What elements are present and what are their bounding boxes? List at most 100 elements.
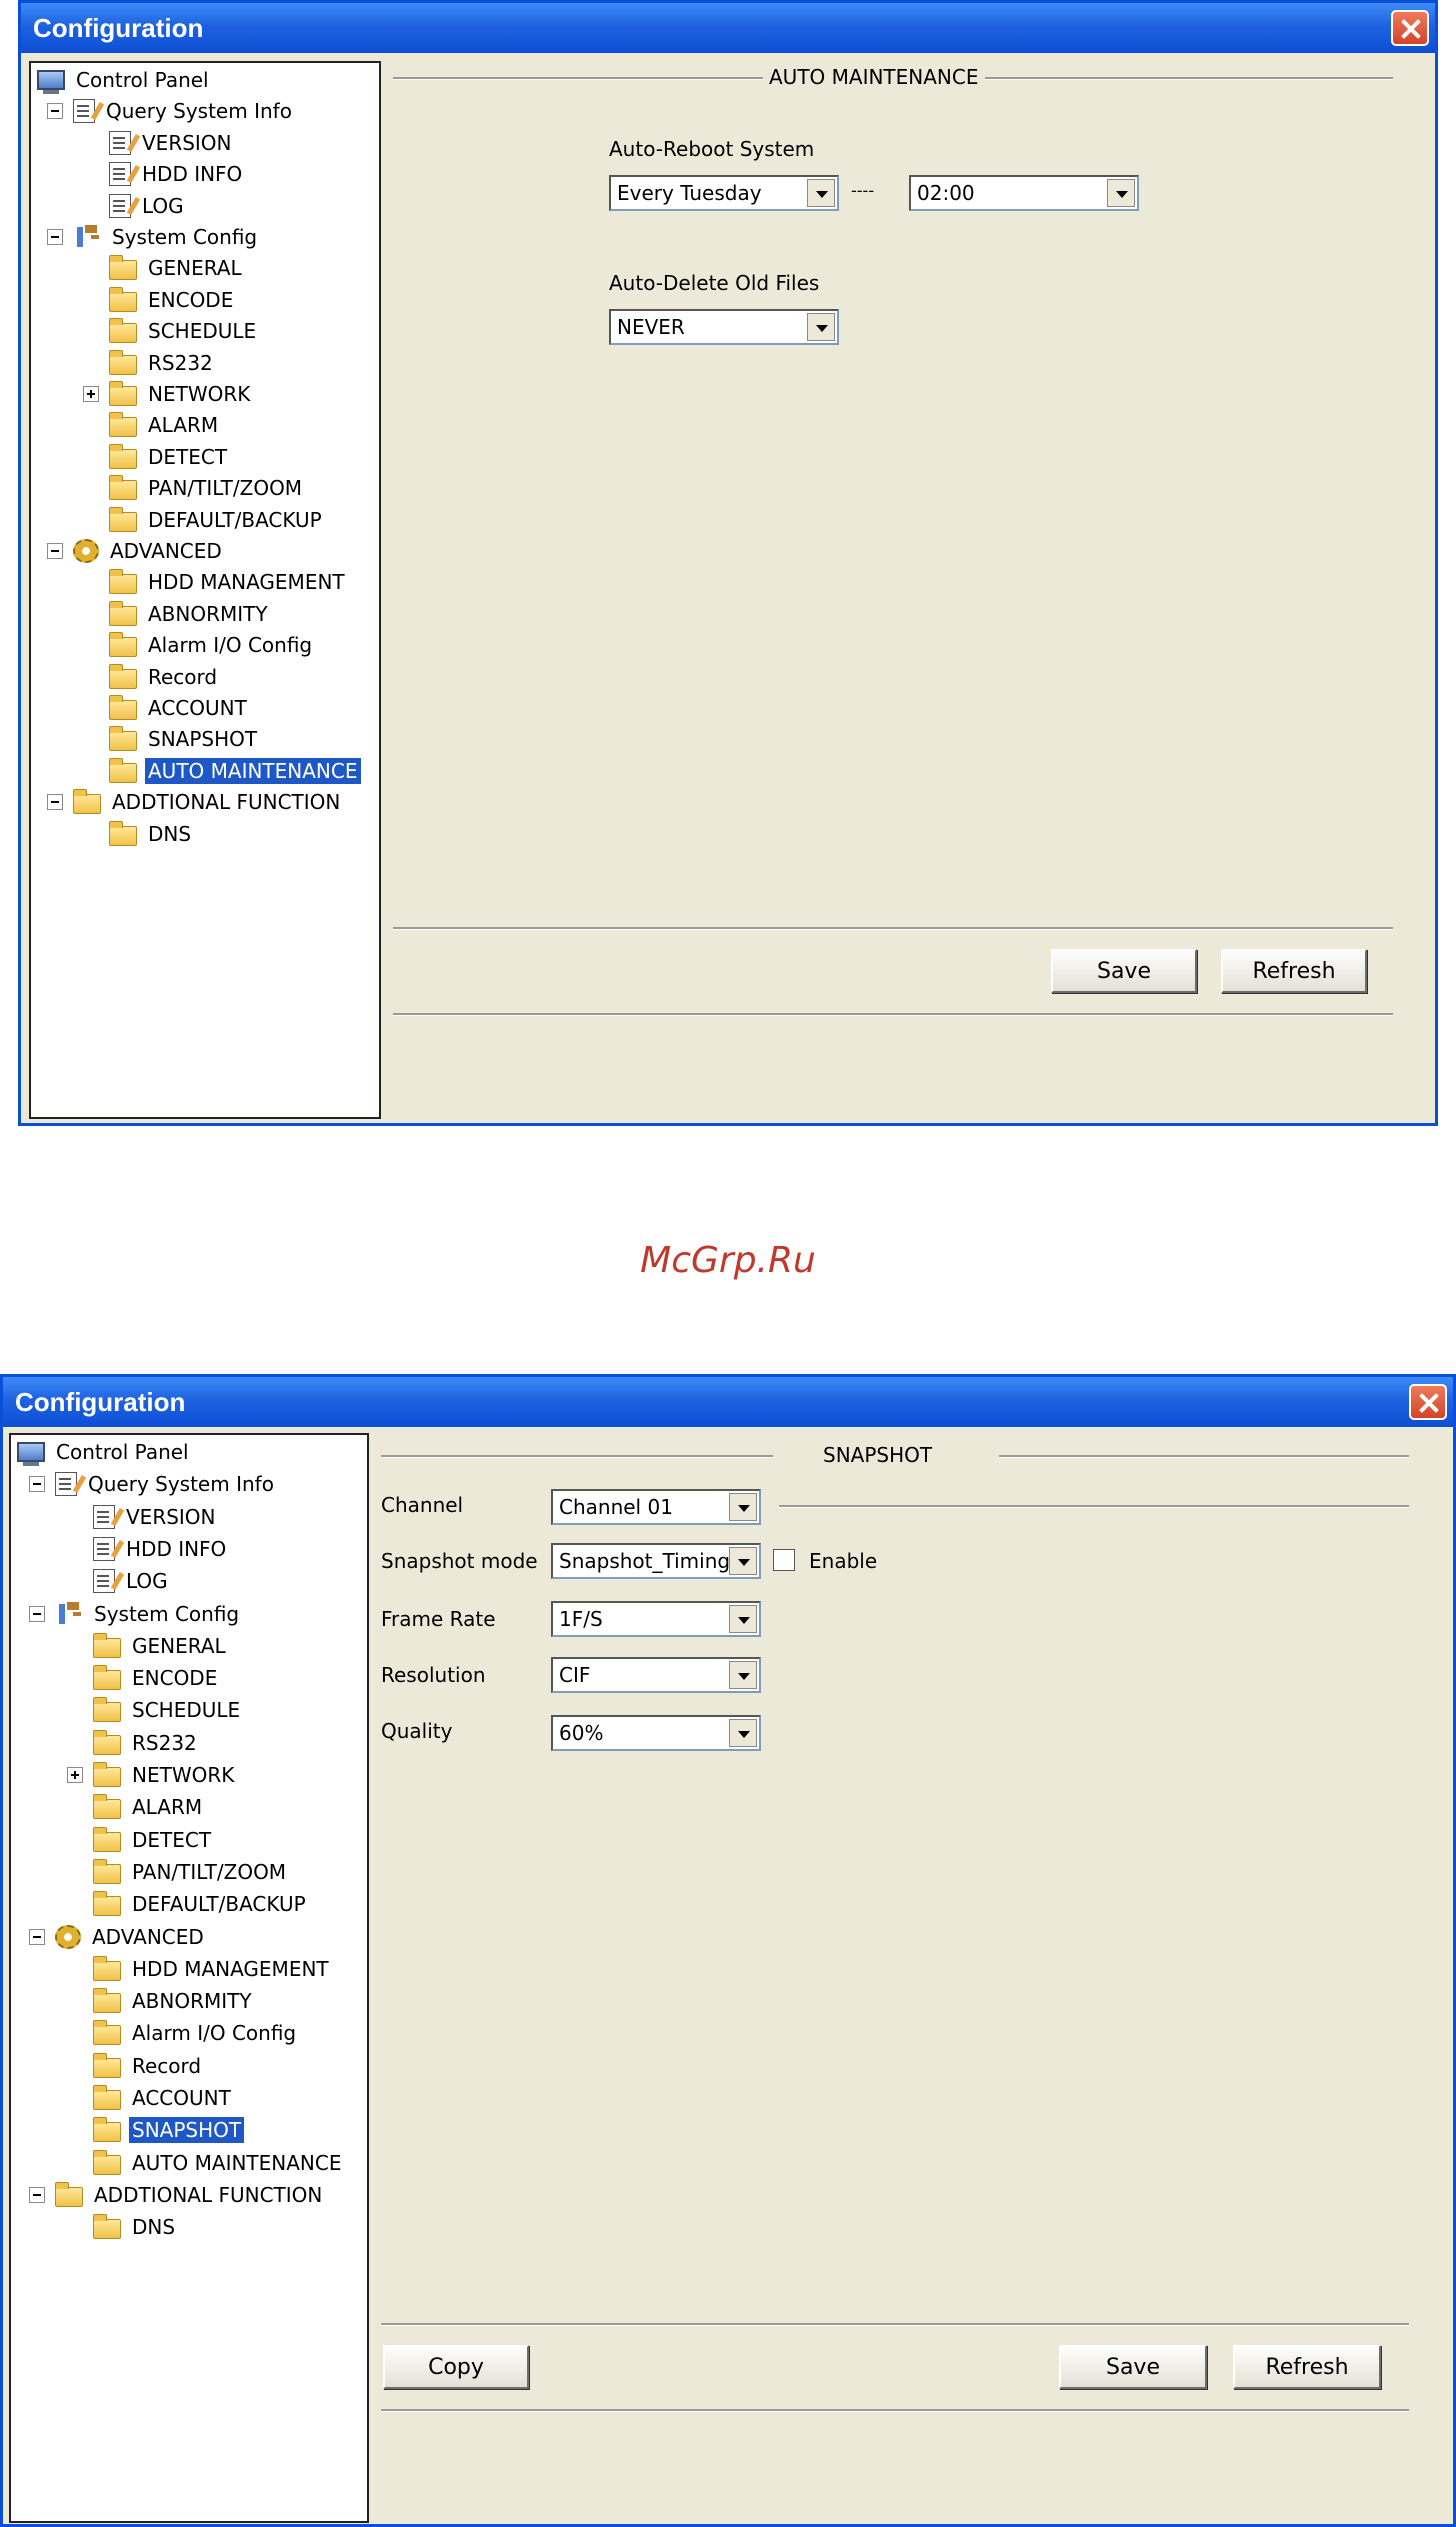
tree-item-abnormity[interactable]: ABNORMITY bbox=[93, 1986, 255, 2016]
tree-item-rs232[interactable]: RS232 bbox=[93, 1728, 200, 1758]
chevron-down-icon[interactable] bbox=[729, 1719, 757, 1747]
tree-item-alarm-i-o-config[interactable]: Alarm I/O Config bbox=[109, 630, 315, 660]
tree-item-general[interactable]: GENERAL bbox=[93, 1631, 229, 1661]
tree-item-control-panel[interactable]: Control Panel bbox=[37, 65, 212, 95]
chevron-down-icon[interactable] bbox=[729, 1605, 757, 1633]
document-icon bbox=[109, 130, 131, 155]
tree-item-network[interactable]: NETWORK bbox=[93, 1760, 237, 1790]
tree-item-log[interactable]: LOG bbox=[93, 1566, 171, 1596]
reboot-time-select[interactable]: 02:00 bbox=[909, 175, 1139, 211]
tree-item-alarm[interactable]: ALARM bbox=[93, 1792, 205, 1822]
close-icon[interactable] bbox=[1409, 1384, 1447, 1420]
tree-item-version[interactable]: VERSION bbox=[109, 128, 235, 158]
tree-item-pan-tilt-zoom[interactable]: PAN/TILT/ZOOM bbox=[109, 473, 305, 503]
tree-item-default-backup[interactable]: DEFAULT/BACKUP bbox=[93, 1889, 309, 1919]
chevron-down-icon[interactable] bbox=[729, 1493, 757, 1521]
tree-item-record[interactable]: Record bbox=[109, 662, 220, 692]
tree-item-version[interactable]: VERSION bbox=[93, 1502, 219, 1532]
tree-item-hdd-info[interactable]: HDD INFO bbox=[109, 159, 245, 189]
quality-select[interactable]: 60% bbox=[551, 1715, 761, 1751]
tree-item-auto-maintenance[interactable]: AUTO MAINTENANCE bbox=[109, 756, 361, 786]
resolution-select[interactable]: CIF bbox=[551, 1657, 761, 1693]
tree-item-alarm-i-o-config[interactable]: Alarm I/O Config bbox=[93, 2018, 299, 2048]
tree-item-label: NETWORK bbox=[148, 382, 251, 406]
collapse-icon[interactable] bbox=[47, 543, 63, 559]
tree-item-label: ENCODE bbox=[132, 1666, 218, 1691]
group-divider-left bbox=[381, 1455, 773, 1458]
collapse-icon[interactable] bbox=[47, 103, 63, 120]
chevron-down-icon[interactable] bbox=[807, 313, 835, 341]
expand-icon[interactable] bbox=[67, 1767, 83, 1783]
collapse-icon[interactable] bbox=[47, 229, 63, 245]
collapse-icon[interactable] bbox=[29, 1605, 45, 1622]
tree-item-addtional-function[interactable]: ADDTIONAL FUNCTION bbox=[73, 787, 343, 817]
tree-item-detect[interactable]: DETECT bbox=[93, 1825, 214, 1855]
chevron-down-icon[interactable] bbox=[807, 179, 835, 207]
channel-select[interactable]: Channel 01 bbox=[551, 1489, 761, 1525]
tree-item-label: SNAPSHOT bbox=[129, 2117, 245, 2144]
tree-item-network[interactable]: NETWORK bbox=[109, 379, 253, 409]
tree-item-schedule[interactable]: SCHEDULE bbox=[93, 1695, 243, 1725]
snapshot-mode-select[interactable]: Snapshot_Timing bbox=[551, 1543, 761, 1579]
tree-item-advanced[interactable]: ADVANCED bbox=[73, 536, 225, 566]
tree-item-label: DETECT bbox=[148, 444, 228, 469]
collapse-icon[interactable] bbox=[47, 794, 63, 811]
collapse-icon[interactable] bbox=[29, 1928, 45, 1945]
tree-item-dns[interactable]: DNS bbox=[93, 2212, 178, 2242]
tree-item-hdd-info[interactable]: HDD INFO bbox=[93, 1534, 229, 1564]
chevron-down-icon[interactable] bbox=[1107, 179, 1135, 207]
document-icon bbox=[109, 162, 131, 187]
tree-item-advanced[interactable]: ADVANCED bbox=[55, 1922, 207, 1952]
tree-item-query-system-info[interactable]: Query System Info bbox=[73, 96, 295, 126]
tree-item-query-system-info[interactable]: Query System Info bbox=[55, 1469, 277, 1499]
expand-icon[interactable] bbox=[83, 386, 99, 402]
folder-icon bbox=[93, 1729, 121, 1755]
tree-item-default-backup[interactable]: DEFAULT/BACKUP bbox=[109, 505, 325, 535]
group-title: SNAPSHOT bbox=[823, 1443, 933, 1467]
tree-item-pan-tilt-zoom[interactable]: PAN/TILT/ZOOM bbox=[93, 1857, 289, 1887]
tree-item-account[interactable]: ACCOUNT bbox=[109, 693, 250, 723]
auto-delete-select[interactable]: NEVER bbox=[609, 309, 839, 345]
tree-item-label: HDD INFO bbox=[142, 162, 243, 187]
enable-checkbox[interactable] bbox=[773, 1549, 795, 1571]
tree-item-label: System Config bbox=[112, 225, 258, 249]
tree-item-rs232[interactable]: RS232 bbox=[109, 348, 216, 378]
tree-item-log[interactable]: LOG bbox=[109, 191, 187, 221]
tree-item-system-config[interactable]: System Config bbox=[73, 222, 260, 252]
tree-item-encode[interactable]: ENCODE bbox=[93, 1663, 220, 1693]
tree-item-account[interactable]: ACCOUNT bbox=[93, 2083, 234, 2113]
tree-item-detect[interactable]: DETECT bbox=[109, 442, 230, 472]
chevron-down-icon[interactable] bbox=[729, 1547, 757, 1575]
chevron-down-icon[interactable] bbox=[729, 1661, 757, 1689]
tree-item-general[interactable]: GENERAL bbox=[109, 253, 245, 283]
frame-rate-select[interactable]: 1F/S bbox=[551, 1601, 761, 1637]
tree-item-dns[interactable]: DNS bbox=[109, 819, 194, 849]
tree-item-abnormity[interactable]: ABNORMITY bbox=[109, 599, 271, 629]
tree-item-addtional-function[interactable]: ADDTIONAL FUNCTION bbox=[55, 2180, 325, 2210]
refresh-button[interactable]: Refresh bbox=[1233, 2345, 1381, 2389]
close-icon[interactable] bbox=[1391, 10, 1429, 46]
folder-icon bbox=[109, 318, 137, 344]
tree-item-record[interactable]: Record bbox=[93, 2051, 204, 2081]
refresh-button[interactable]: Refresh bbox=[1221, 949, 1367, 993]
tree-item-label: Query System Info bbox=[106, 99, 292, 124]
tree-item-snapshot[interactable]: SNAPSHOT bbox=[93, 2115, 245, 2145]
tree-item-hdd-management[interactable]: HDD MANAGEMENT bbox=[93, 1954, 332, 1984]
tree-item-system-config[interactable]: System Config bbox=[55, 1599, 242, 1629]
tree-item-schedule[interactable]: SCHEDULE bbox=[109, 316, 259, 346]
tree-item-label: LOG bbox=[126, 1569, 168, 1594]
tree-item-control-panel[interactable]: Control Panel bbox=[17, 1437, 192, 1467]
save-button[interactable]: Save bbox=[1059, 2345, 1207, 2389]
tree-item-alarm[interactable]: ALARM bbox=[109, 410, 221, 440]
reboot-day-select[interactable]: Every Tuesday bbox=[609, 175, 839, 211]
tree-item-label: SNAPSHOT bbox=[148, 727, 258, 752]
tree-item-label: ENCODE bbox=[148, 287, 234, 312]
tree-item-encode[interactable]: ENCODE bbox=[109, 285, 236, 315]
tree-item-snapshot[interactable]: SNAPSHOT bbox=[109, 724, 260, 754]
tree-item-hdd-management[interactable]: HDD MANAGEMENT bbox=[109, 567, 348, 597]
copy-button[interactable]: Copy bbox=[383, 2345, 529, 2389]
tree-item-auto-maintenance[interactable]: AUTO MAINTENANCE bbox=[93, 2148, 345, 2178]
collapse-icon[interactable] bbox=[29, 1476, 45, 1493]
collapse-icon[interactable] bbox=[29, 2186, 45, 2203]
save-button[interactable]: Save bbox=[1051, 949, 1197, 993]
